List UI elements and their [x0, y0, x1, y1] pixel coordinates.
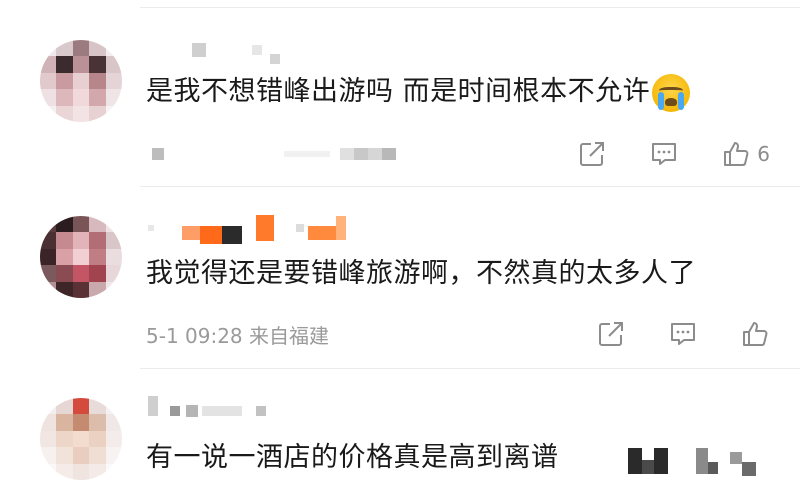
comment-item-1: 是我不想错峰出游吗 而是时间根本不允许 6 — [0, 0, 800, 190]
crying-face-icon — [652, 73, 691, 112]
comment-actions — [554, 317, 770, 351]
thumbs-up-icon — [743, 322, 768, 346]
like-button[interactable]: 6 — [721, 139, 770, 169]
comment-item-3: 有一说一酒店的价格真是高到离谱 — [0, 368, 800, 484]
like-button[interactable] — [740, 319, 770, 349]
username-redacted[interactable] — [148, 214, 346, 244]
share-icon — [599, 322, 623, 346]
comment-text-content: 是我不想错峰出游吗 而是时间根本不允许 — [146, 76, 651, 107]
comment-text: 我觉得还是要错峰旅游啊，不然真的太多人了 — [146, 258, 696, 289]
comment-actions: 6 — [535, 137, 770, 171]
text-redacted — [628, 448, 756, 476]
username-redacted[interactable] — [148, 36, 280, 64]
thumbs-up-icon — [724, 142, 749, 166]
comment-text: 有一说一酒店的价格真是高到离谱 — [146, 442, 559, 473]
like-count: 6 — [757, 142, 770, 166]
avatar[interactable] — [40, 40, 122, 122]
comment-meta-text: 5-1 09:28 来自福建 — [146, 323, 330, 348]
comment-text: 是我不想错峰出游吗 而是时间根本不允许 — [146, 72, 691, 112]
comment-meta-redacted — [146, 140, 396, 168]
share-button[interactable] — [596, 319, 626, 349]
reply-button[interactable] — [649, 139, 679, 169]
share-icon — [580, 142, 605, 166]
avatar[interactable] — [40, 216, 122, 298]
reply-button[interactable] — [668, 319, 698, 349]
comment-icon — [671, 323, 695, 345]
username-redacted[interactable] — [148, 392, 266, 420]
comment-item-2: 我觉得还是要错峰旅游啊，不然真的太多人了 5-1 09:28 来自福建 — [0, 186, 800, 366]
comment-meta: 5-1 09:28 来自福建 — [146, 320, 329, 348]
avatar[interactable] — [40, 398, 122, 480]
share-button[interactable] — [577, 139, 607, 169]
comment-icon — [652, 143, 677, 165]
